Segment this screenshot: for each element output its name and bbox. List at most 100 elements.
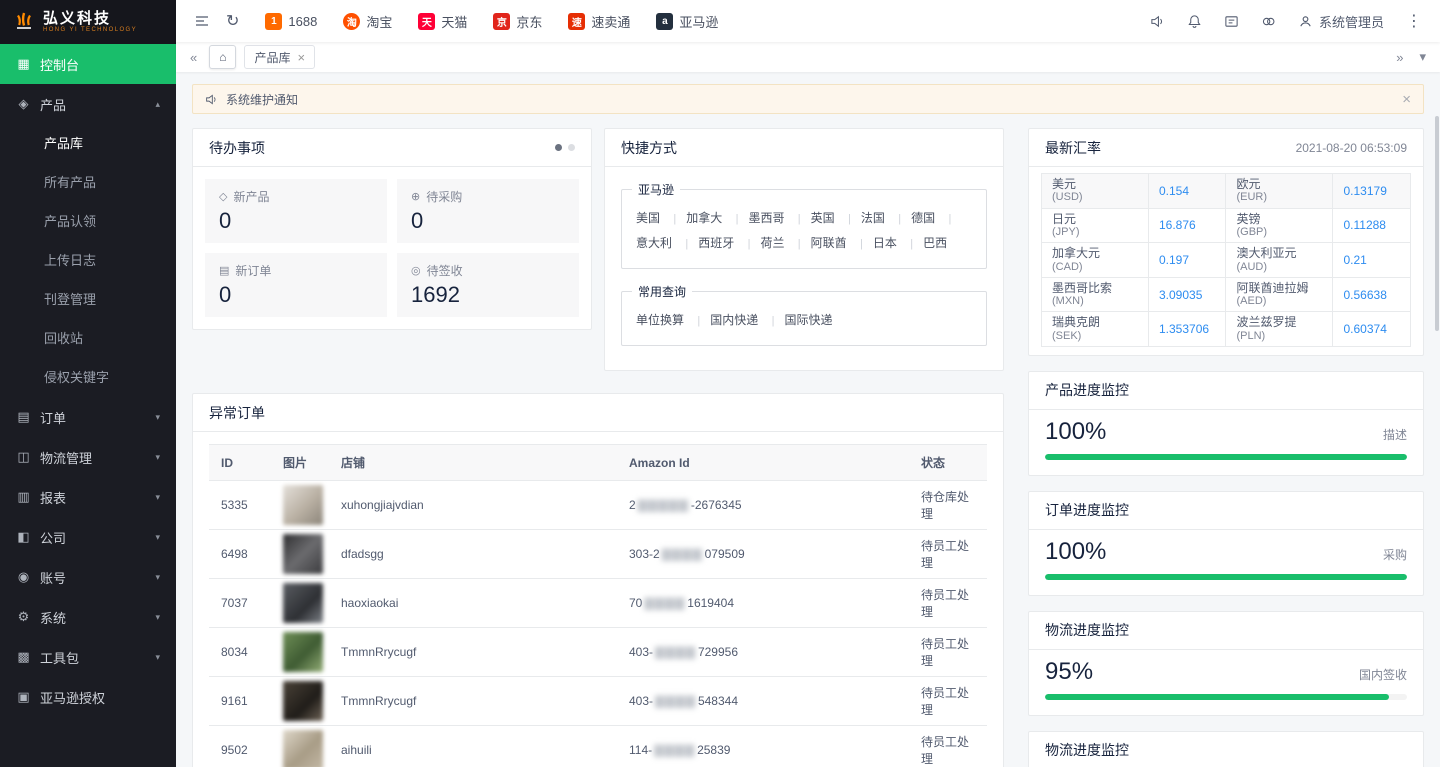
scroll-tabs-left-icon[interactable]: « [186, 50, 201, 65]
shortcut-link-us[interactable]: 美国 [636, 211, 660, 225]
shortcut-link-jp[interactable]: 日本 [850, 236, 897, 250]
close-icon[interactable]: × [298, 50, 306, 65]
shortcut-link-de[interactable]: 德国 [888, 211, 935, 225]
platform-link-amazon[interactable]: a 亚马逊 [656, 12, 718, 31]
shortcut-link-mx[interactable]: 墨西哥 [726, 211, 785, 225]
order-id-link[interactable]: 7037 [209, 579, 271, 628]
rates-title: 最新汇率 [1045, 138, 1101, 158]
dashboard-grid: 待办事项 ◇ 新产品 [192, 128, 1424, 767]
1688-icon: 1 [265, 13, 282, 30]
orders-table: ID 图片 店铺 Amazon Id 状态 5335 [209, 444, 987, 767]
order-id-link[interactable]: 6498 [209, 530, 271, 579]
bell-icon[interactable] [1187, 14, 1202, 29]
platform-link-taobao[interactable]: 淘 淘宝 [343, 12, 392, 31]
shortcut-link-br[interactable]: 巴西 [900, 236, 947, 250]
platform-link-aliexpress[interactable]: 速 速卖通 [568, 12, 630, 31]
tabs-menu-icon[interactable]: ▾ [1415, 49, 1430, 65]
logistics-intl-progress-card: 物流进度监控 96% 国际发货 [1028, 731, 1424, 767]
progress-card-body: 100% 采购 [1029, 530, 1423, 595]
abnormal-orders-card: 异常订单 ID 图片 店铺 Amazon Id 状态 [192, 393, 1004, 767]
rate-row: 墨西哥比索(MXN) 3.09035 阿联酋迪拉姆(AED) 0.56638 [1042, 277, 1411, 312]
stat-pending-purchase[interactable]: ⊕ 待采购 0 [397, 179, 579, 243]
progress-card-header: 订单进度监控 [1029, 492, 1423, 530]
sidebar-subitem-all-products[interactable]: 所有产品 [0, 163, 176, 202]
orders-card-header: 异常订单 [193, 394, 1003, 432]
progress-percent: 100% [1045, 538, 1106, 566]
sidebar-item-reports[interactable]: ▥ 报表 ▾ [0, 477, 176, 517]
sidebar-item-system[interactable]: ⚙ 系统 ▾ [0, 597, 176, 637]
system-notice-bar: 系统维护通知 × [192, 84, 1424, 114]
toolkit-icon: ▩ [16, 649, 31, 665]
stat-pending-receipt[interactable]: ◎ 待签收 1692 [397, 253, 579, 317]
page-scrollbar[interactable] [1435, 116, 1439, 331]
order-shop: aihuili [329, 726, 617, 767]
shortcut-link-es[interactable]: 西班牙 [675, 236, 734, 250]
rates-table-wrap: 美元(USD) 0.154 欧元(EUR) 0.13179 日元(JPY) 16… [1029, 167, 1423, 355]
shortcut-link-nl[interactable]: 荷兰 [738, 236, 785, 250]
more-icon[interactable]: ⋮ [1406, 11, 1422, 31]
refresh-icon[interactable]: ↻ [226, 11, 239, 31]
sidebar-item-company[interactable]: ◧ 公司 ▾ [0, 517, 176, 557]
order-id-link[interactable]: 5335 [209, 481, 271, 530]
stat-new-products[interactable]: ◇ 新产品 0 [205, 179, 387, 243]
sidebar-subitem-upload-log[interactable]: 上传日志 [0, 241, 176, 280]
progress-card-header: 物流进度监控 [1029, 732, 1423, 767]
shortcut-link-unit-convert[interactable]: 单位换算 [636, 313, 684, 327]
sidebar-subitem-listing-manage[interactable]: 刊登管理 [0, 280, 176, 319]
carousel-dot-active[interactable] [555, 144, 562, 151]
progress-bar [1045, 574, 1407, 580]
stat-new-orders[interactable]: ▤ 新订单 0 [205, 253, 387, 317]
notice-close-icon[interactable]: × [1402, 91, 1411, 108]
platform-link-tmall[interactable]: 天 天猫 [418, 12, 467, 31]
shortcut-link-intl-express[interactable]: 国际快递 [762, 313, 833, 327]
sidebar-subitem-product-library[interactable]: 产品库 [0, 124, 176, 163]
sidebar-item-dashboard[interactable]: ▦ 控制台 [0, 44, 176, 84]
shortcut-link-ca[interactable]: 加拿大 [663, 211, 722, 225]
user-menu[interactable]: 系统管理员 [1298, 12, 1384, 31]
order-id-link[interactable]: 8034 [209, 628, 271, 677]
group-title: 常用查询 [632, 283, 692, 300]
sidebar-item-amazon-auth[interactable]: ▣ 亚马逊授权 [0, 677, 176, 717]
sidebar-subitem-product-claim[interactable]: 产品认领 [0, 202, 176, 241]
orders-table-wrap: ID 图片 店铺 Amazon Id 状态 5335 [193, 432, 1003, 767]
col-image: 图片 [271, 445, 329, 481]
currency-cell: 瑞典克朗(SEK) [1042, 312, 1149, 347]
company-icon: ◧ [16, 529, 31, 545]
order-id-link[interactable]: 9502 [209, 726, 271, 767]
platform-link-jd[interactable]: 京 京东 [493, 12, 542, 31]
sidebar-item-account[interactable]: ◉ 账号 ▾ [0, 557, 176, 597]
order-row: 9502 aihuili 114-▇▇▇▇25839 待员工处理 [209, 726, 987, 767]
group-title: 亚马逊 [632, 181, 680, 198]
order-status: 待仓库处理 [909, 481, 987, 530]
progress-percent: 95% [1045, 658, 1093, 686]
theme-icon[interactable] [1261, 14, 1276, 29]
sidebar-item-logistics[interactable]: ◫ 物流管理 ▾ [0, 437, 176, 477]
shortcut-link-ae[interactable]: 阿联酋 [788, 236, 847, 250]
rate-value: 0.154 [1149, 174, 1226, 209]
order-progress-card: 订单进度监控 100% 采购 [1028, 491, 1424, 596]
sidebar-subitem-infringing-keywords[interactable]: 侵权关键字 [0, 358, 176, 397]
sidebar-item-label: 物流管理 [40, 448, 92, 467]
sidebar-item-orders[interactable]: ▤ 订单 ▾ [0, 397, 176, 437]
order-shop: dfadsgg [329, 530, 617, 579]
stat-label: 新订单 [235, 262, 271, 279]
shortcut-link-domestic-express[interactable]: 国内快递 [687, 313, 758, 327]
order-id-link[interactable]: 9161 [209, 677, 271, 726]
sidebar-subitem-recycle-bin[interactable]: 回收站 [0, 319, 176, 358]
carousel-dot[interactable] [568, 144, 575, 151]
shortcut-link-fr[interactable]: 法国 [838, 211, 885, 225]
scroll-tabs-right-icon[interactable]: » [1392, 50, 1407, 65]
tab-product-library[interactable]: 产品库 × [244, 45, 315, 69]
dashboard-top-row: 待办事项 ◇ 新产品 [192, 128, 1004, 371]
volume-icon[interactable] [1150, 14, 1165, 29]
sidebar-item-product[interactable]: ◈ 产品 ▴ [0, 84, 176, 124]
amazon-auth-icon: ▣ [16, 689, 31, 705]
exchange-rates-card: 最新汇率 2021-08-20 06:53:09 美元(USD) 0.154 欧… [1028, 128, 1424, 356]
panel-icon[interactable] [1224, 14, 1239, 29]
shortcut-link-uk[interactable]: 英国 [788, 211, 835, 225]
collapse-sidebar-icon[interactable] [194, 13, 210, 29]
platform-link-1688[interactable]: 1 1688 [265, 13, 317, 30]
order-row: 9161 TmmnRrycugf 403-▇▇▇▇548344 待员工处理 [209, 677, 987, 726]
tab-home[interactable]: ⌂ [209, 45, 236, 69]
sidebar-item-toolkit[interactable]: ▩ 工具包 ▾ [0, 637, 176, 677]
